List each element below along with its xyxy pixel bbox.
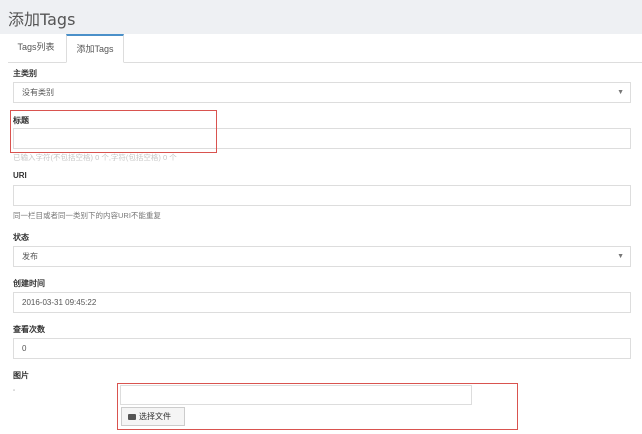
- status-label: 状态: [13, 233, 29, 242]
- uri-input[interactable]: [13, 185, 631, 206]
- tab-add-tags[interactable]: 添加Tags: [66, 34, 124, 63]
- page-header: 添加Tags: [0, 0, 642, 34]
- highlight-box-title: [10, 110, 217, 153]
- status-select[interactable]: 发布 ▼: [13, 246, 631, 267]
- chevron-down-icon: ▼: [617, 253, 624, 260]
- views-input[interactable]: 0: [13, 338, 631, 359]
- uri-help-text: 同一栏目或者同一类别下的内容URI不能重复: [13, 211, 161, 220]
- tab-bar: Tags列表 添加Tags: [8, 34, 642, 63]
- views-label: 查看次数: [13, 325, 45, 334]
- category-value: 没有类别: [22, 88, 54, 97]
- image-placeholder-icon: ▫: [13, 388, 16, 394]
- highlight-box-image: [117, 383, 518, 430]
- image-label: 图片: [13, 371, 29, 380]
- category-select[interactable]: 没有类别 ▼: [13, 82, 631, 103]
- category-label: 主类别: [13, 69, 37, 78]
- status-value: 发布: [22, 252, 38, 261]
- uri-label: URI: [13, 171, 27, 180]
- page-title: 添加Tags: [8, 10, 76, 29]
- tab-tags-list[interactable]: Tags列表: [8, 34, 64, 61]
- chevron-down-icon: ▼: [617, 89, 624, 96]
- created-at-label: 创建时间: [13, 279, 45, 288]
- title-help-text: 已输入字符(不包括空格) 0 个,字符(包括空格) 0 个: [13, 153, 177, 162]
- created-at-input[interactable]: 2016-03-31 09:45:22: [13, 292, 631, 313]
